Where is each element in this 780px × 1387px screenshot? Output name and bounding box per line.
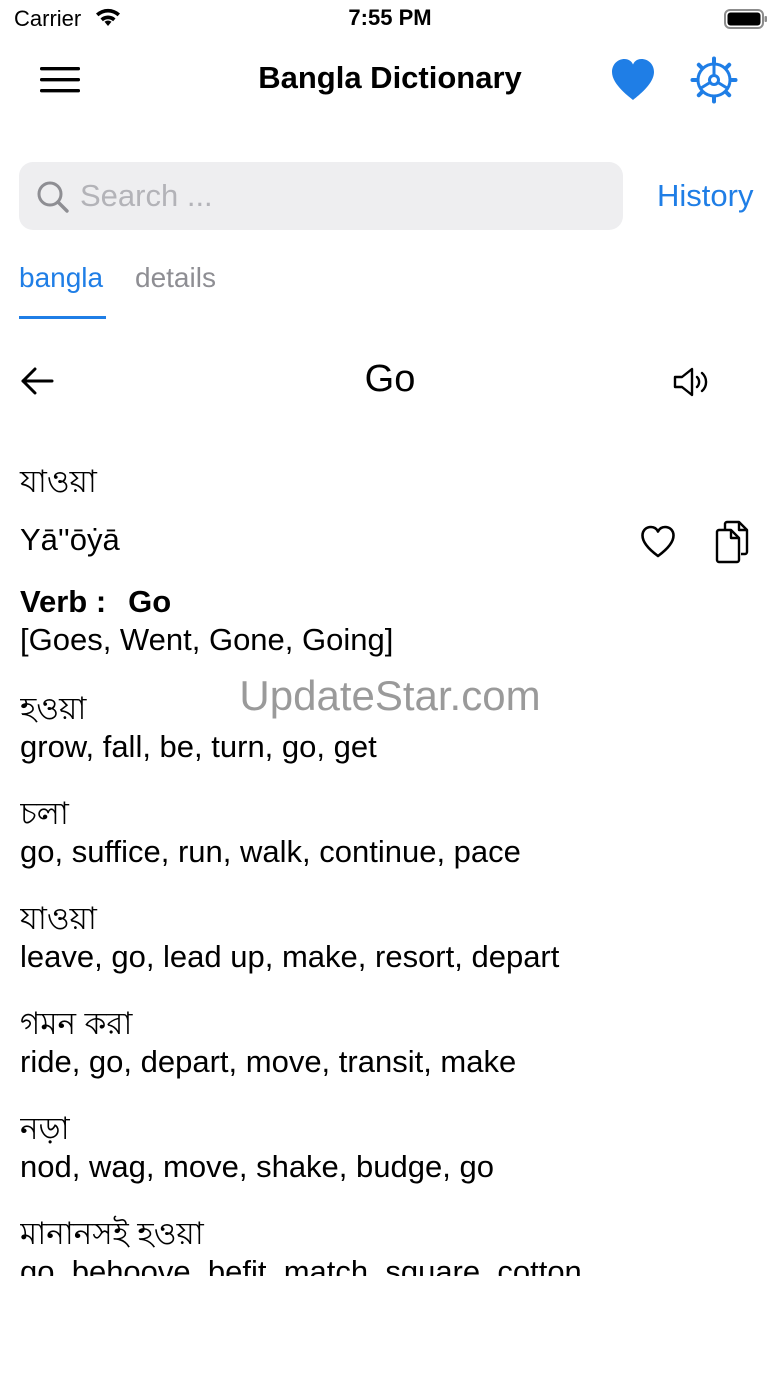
copy-icon[interactable] (714, 520, 750, 564)
battery-icon (724, 9, 767, 29)
definition-english: go, suffice, run, walk, continue, pace (20, 834, 521, 869)
definition-english: ride, go, depart, move, transit, make (20, 1044, 517, 1079)
definition-bangla: চলা (20, 796, 69, 831)
history-button[interactable]: History (657, 178, 753, 214)
favorites-heart-icon[interactable] (610, 58, 656, 102)
list-item: যাওয়া leave, go, lead up, make, resort,… (20, 900, 559, 976)
definition-bangla: যাওয়া (20, 901, 97, 936)
search-icon (37, 181, 69, 213)
verb-forms: [Goes, Went, Gone, Going] (20, 622, 394, 657)
definition-bangla: নড়া (20, 1111, 70, 1146)
definition-english: leave, go, lead up, make, resort, depart (20, 939, 560, 974)
bangla-translation: যাওয়া (20, 464, 97, 499)
watermark: UpdateStar.com (239, 672, 541, 719)
list-item: চলা go, suffice, run, walk, continue, pa… (20, 795, 521, 871)
active-tab-indicator (19, 316, 106, 319)
definition-english: go, behoove, befit, match, square, cotto… (20, 1254, 582, 1276)
list-item: নড়া nod, wag, move, shake, budge, go (20, 1110, 494, 1186)
list-item: মানানসই হওয়া go, behoove, befit, match,… (20, 1215, 582, 1276)
definition-english: grow, fall, be, turn, go, get (20, 729, 377, 764)
status-time: 7:55 PM (348, 5, 432, 30)
part-of-speech: Verb : Go (20, 584, 171, 620)
pos-word: Go (128, 584, 172, 619)
speaker-icon[interactable] (672, 366, 712, 398)
heart-outline-icon[interactable] (640, 524, 676, 560)
tab-details[interactable]: details (135, 262, 216, 294)
pos-label: Verb : (20, 584, 107, 619)
transliteration: Yā''ōẏā (20, 522, 120, 557)
definitions-list: হওয়া grow, fall, be, turn, go, get চলা … (20, 690, 760, 1276)
definition-english: nod, wag, move, shake, budge, go (20, 1149, 494, 1184)
definition-bangla: মানানসই হওয়া (20, 1216, 204, 1251)
app-title: Bangla Dictionary (258, 60, 522, 95)
list-item: গমন করা ride, go, depart, move, transit,… (20, 1005, 516, 1081)
word-title: Go (364, 358, 416, 400)
search-input[interactable] (80, 168, 600, 224)
settings-gear-icon[interactable] (690, 56, 738, 104)
definition-bangla: গমন করা (20, 1006, 133, 1041)
tab-bangla[interactable]: bangla (19, 262, 103, 294)
